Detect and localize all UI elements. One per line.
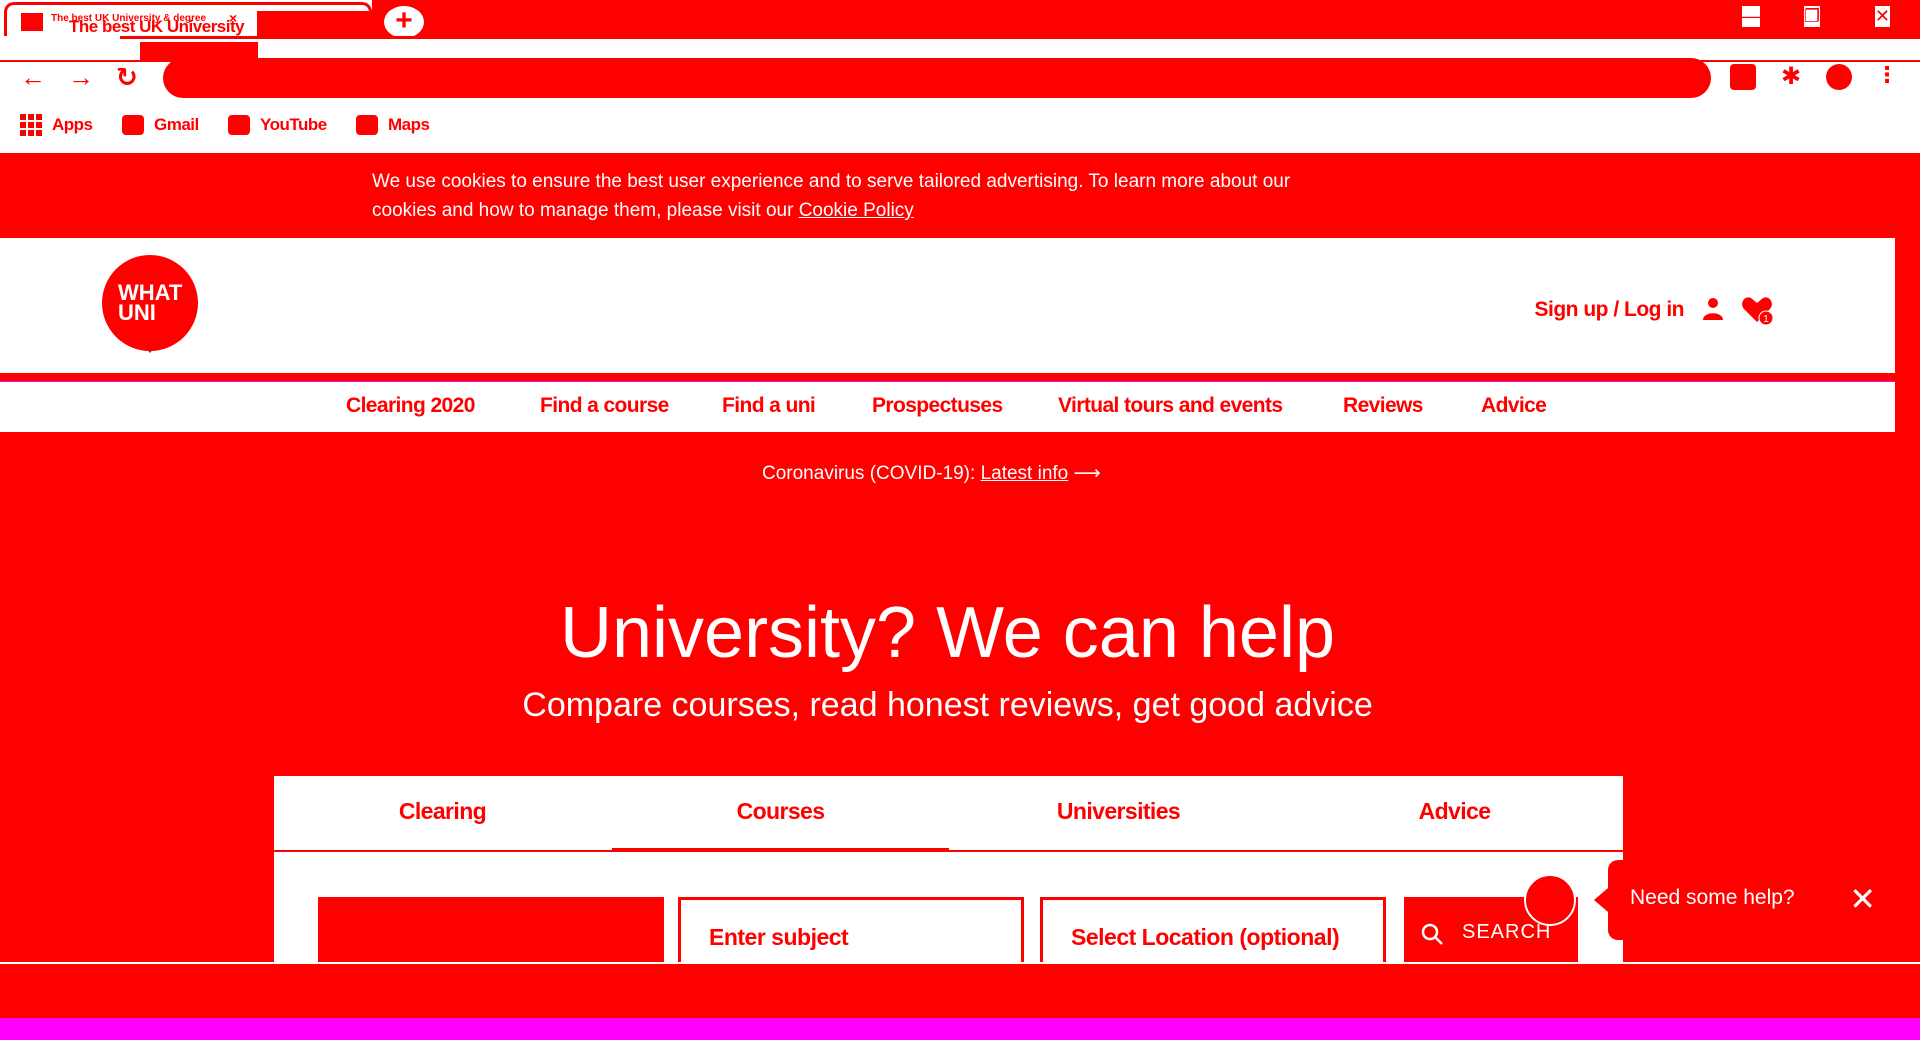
search-panel: Clearing Courses Universities Advice Ent…: [274, 776, 1623, 962]
nav-item-find-uni[interactable]: Find a uni: [722, 394, 816, 418]
close-window-button[interactable]: ✕: [1874, 6, 1890, 27]
nav-item-virtual-tours[interactable]: Virtual tours and events: [1058, 394, 1283, 418]
location-select[interactable]: Select Location (optional): [1040, 897, 1386, 962]
arrow-right-icon: ⟶: [1073, 463, 1101, 484]
search-tab-courses[interactable]: Courses: [612, 798, 949, 825]
site-header: WHAT UNI Sign up / Log in 1: [0, 238, 1895, 381]
tab-strip: The best UK University & degree The best…: [0, 0, 1920, 39]
right-edge: [1895, 238, 1920, 962]
tab-highlight: [257, 11, 377, 39]
extension-icon[interactable]: [1730, 64, 1756, 90]
covid-notice: Coronavirus (COVID-19): Latest info ⟶: [762, 462, 1101, 485]
bookmark-youtube[interactable]: YouTube: [228, 113, 327, 137]
signin-link[interactable]: Sign up / Log in: [1535, 298, 1685, 322]
bookmark-label: Maps: [388, 115, 430, 134]
subject-input[interactable]: Enter subject: [678, 897, 1024, 962]
cookie-text: We use cookies to ensure the best user e…: [372, 167, 1332, 225]
apps-grid-icon: [20, 114, 42, 136]
nav-item-advice[interactable]: Advice: [1481, 394, 1547, 418]
nav-item-prospectuses[interactable]: Prospectuses: [872, 394, 1003, 418]
hero-title: University? We can help: [559, 593, 1336, 673]
search-tab-universities[interactable]: Universities: [950, 798, 1287, 825]
bookmark-maps[interactable]: Maps: [356, 113, 430, 137]
bookmark-label: YouTube: [260, 115, 327, 134]
bookmark-gmail[interactable]: Gmail: [122, 113, 199, 137]
forward-arrow-icon[interactable]: →: [68, 62, 94, 93]
favourites-count: 1: [1763, 314, 1769, 325]
covid-text: Coronavirus (COVID-19):: [762, 463, 976, 484]
covid-latest-link[interactable]: Latest info: [981, 463, 1069, 484]
bookmark-label: Apps: [52, 115, 93, 134]
new-tab-button[interactable]: +: [384, 6, 424, 38]
cookie-policy-link[interactable]: Cookie Policy: [799, 200, 914, 221]
user-icon[interactable]: [1701, 296, 1725, 320]
nav-item-reviews[interactable]: Reviews: [1343, 394, 1423, 418]
search-icon: [1421, 923, 1443, 945]
chat-bubble[interactable]: Need some help? ✕: [1594, 860, 1920, 940]
maps-icon: [356, 115, 378, 135]
youtube-icon: [228, 115, 250, 135]
tab-strip-bar: [372, 0, 1920, 36]
menu-icon[interactable]: ⋮: [1876, 64, 1898, 90]
minimize-button[interactable]: —: [1742, 6, 1760, 27]
chat-avatar[interactable]: [1524, 874, 1576, 926]
back-arrow-icon[interactable]: ←: [20, 62, 46, 93]
address-bar[interactable]: [163, 58, 1711, 98]
profile-icon[interactable]: [1826, 64, 1852, 90]
gmail-icon: [122, 115, 144, 135]
favicon-icon: [21, 13, 43, 31]
reload-icon[interactable]: ↻: [116, 62, 138, 93]
chat-widget: Need some help? ✕: [1520, 860, 1920, 940]
browser-chrome: The best UK University & degree The best…: [0, 0, 1920, 153]
search-tab-clearing[interactable]: Clearing: [274, 798, 611, 825]
whatuni-logo[interactable]: WHAT UNI: [102, 255, 198, 353]
search-tab-advice[interactable]: Advice: [1286, 798, 1623, 825]
qualification-select[interactable]: [318, 897, 664, 962]
bookmark-apps[interactable]: Apps: [20, 113, 93, 137]
nav-item-find-course[interactable]: Find a course: [540, 394, 669, 418]
restore-button[interactable]: ❐: [1803, 6, 1820, 27]
logo-text-line2: UNI: [118, 300, 156, 325]
nav-item-clearing[interactable]: Clearing 2020: [346, 394, 475, 418]
bottom-strip: [0, 962, 1920, 1018]
bookmark-label: Gmail: [154, 115, 199, 134]
main-nav: Clearing 2020 Find a course Find a uni P…: [0, 382, 1895, 432]
chat-prompt: Need some help?: [1630, 886, 1795, 909]
cookie-banner: We use cookies to ensure the best user e…: [0, 153, 1920, 238]
puzzle-icon[interactable]: ✱: [1778, 64, 1804, 90]
tab-title: The best UK University: [69, 17, 245, 36]
bottom-divider: [0, 962, 1920, 964]
tab-close-icon[interactable]: ×: [229, 10, 237, 26]
header-divider: [0, 373, 1895, 381]
browser-tab[interactable]: The best UK University & degree The best…: [4, 2, 377, 39]
favourites-heart-icon[interactable]: 1: [1741, 294, 1775, 326]
chat-close-icon[interactable]: ✕: [1849, 880, 1876, 918]
hero-subtitle: Compare courses, read honest reviews, ge…: [522, 686, 1373, 724]
active-tab-indicator: [612, 848, 949, 852]
